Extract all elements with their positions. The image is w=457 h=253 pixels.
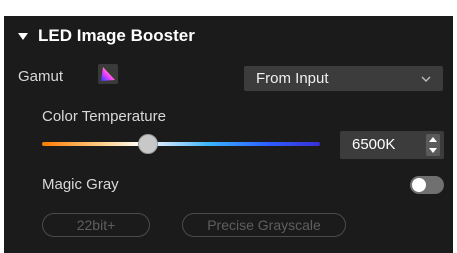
led-image-booster-panel: LED Image Booster Gamut From Input Color… xyxy=(4,16,453,253)
color-temperature-value[interactable]: 6500K xyxy=(352,136,395,153)
gamut-selected-value: From Input xyxy=(256,70,329,87)
spin-buttons[interactable] xyxy=(426,134,440,156)
22bit-button[interactable]: 22bit+ xyxy=(42,213,150,237)
precise-grayscale-button[interactable]: Precise Grayscale xyxy=(182,213,346,237)
precise-grayscale-button-label: Precise Grayscale xyxy=(207,217,321,233)
gamut-label: Gamut xyxy=(18,68,64,85)
22bit-button-label: 22bit+ xyxy=(76,217,116,233)
section-header[interactable]: LED Image Booster xyxy=(18,26,195,46)
increment-arrow-icon[interactable] xyxy=(429,137,437,142)
chevron-down-icon xyxy=(421,76,431,82)
decrement-arrow-icon[interactable] xyxy=(429,148,437,153)
color-gamut-icon[interactable] xyxy=(98,64,118,84)
magic-gray-toggle[interactable] xyxy=(410,176,444,194)
color-temperature-stepper[interactable]: 6500K xyxy=(340,131,444,159)
gamut-select[interactable]: From Input xyxy=(244,66,443,91)
toggle-knob xyxy=(412,178,426,192)
color-temperature-slider-thumb[interactable] xyxy=(137,134,158,154)
color-temperature-label: Color Temperature xyxy=(42,108,166,125)
color-temperature-slider-track[interactable] xyxy=(42,142,320,146)
section-title: LED Image Booster xyxy=(38,26,195,45)
collapse-caret-icon[interactable] xyxy=(18,33,28,40)
magic-gray-label: Magic Gray xyxy=(42,176,119,193)
